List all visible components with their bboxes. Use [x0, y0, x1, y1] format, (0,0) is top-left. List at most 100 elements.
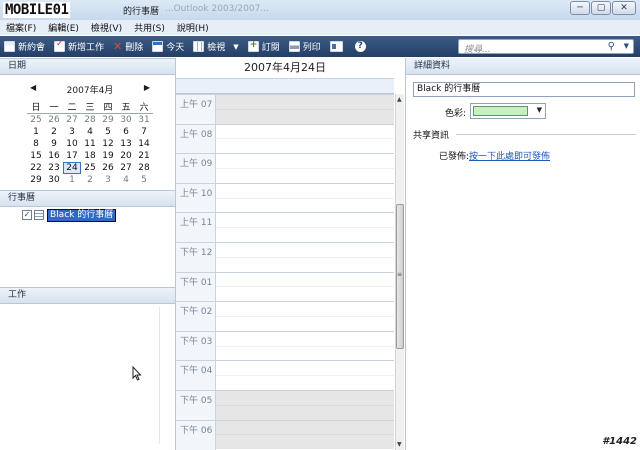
- calendar-day[interactable]: 15: [27, 150, 45, 162]
- vertical-scrollbar[interactable]: ▲ ≡ ▼: [395, 94, 404, 450]
- calendar-day[interactable]: 26: [99, 162, 117, 174]
- contact-card-button[interactable]: [326, 36, 351, 57]
- subscribe-button[interactable]: + 訂閱: [244, 36, 285, 57]
- calendar-checkbox[interactable]: ✓: [22, 210, 32, 220]
- delete-button[interactable]: ✕ 刪除: [109, 36, 148, 57]
- menu-edit[interactable]: 編輯(E): [42, 21, 85, 34]
- calendar-day[interactable]: 21: [135, 150, 153, 162]
- time-slot[interactable]: [216, 316, 394, 331]
- calendar-day[interactable]: 4: [81, 126, 99, 138]
- new-task-button[interactable]: ✓ 新增工作: [50, 36, 109, 57]
- details-header: 詳細資料: [406, 58, 640, 75]
- time-slot[interactable]: [216, 360, 394, 376]
- calendar-day[interactable]: 30: [45, 174, 63, 186]
- menu-file[interactable]: 檔案(F): [0, 21, 42, 34]
- time-slot[interactable]: [216, 168, 394, 183]
- calendar-day[interactable]: 30: [117, 114, 135, 127]
- calendar-day[interactable]: 5: [135, 174, 153, 186]
- time-slot[interactable]: [216, 197, 394, 213]
- calendar-day[interactable]: 17: [63, 150, 81, 162]
- menu-help[interactable]: 說明(H): [171, 21, 215, 34]
- search-placeholder: 搜尋...: [464, 45, 491, 55]
- calendar-day[interactable]: 1: [27, 126, 45, 138]
- help-button[interactable]: ?: [351, 36, 371, 57]
- calendar-day[interactable]: 8: [27, 138, 45, 150]
- time-slot[interactable]: [216, 108, 394, 124]
- time-slot[interactable]: [216, 256, 394, 272]
- calendar-item-name[interactable]: Black 的行事曆: [47, 208, 117, 222]
- all-day-event-area[interactable]: [176, 79, 394, 94]
- menu-share[interactable]: 共用(S): [128, 21, 171, 34]
- time-slot[interactable]: [216, 242, 394, 257]
- calendar-day[interactable]: 26: [45, 114, 63, 127]
- calendar-day[interactable]: 29: [99, 114, 117, 127]
- time-slot[interactable]: [216, 330, 394, 346]
- today-button[interactable]: 今天: [148, 36, 189, 57]
- calendar-day[interactable]: 13: [117, 138, 135, 150]
- calendar-day[interactable]: 19: [99, 150, 117, 162]
- calendar-day[interactable]: 27: [117, 162, 135, 174]
- publish-link[interactable]: 按一下此處即可發佈: [469, 149, 550, 162]
- minimize-button[interactable]: ─: [570, 1, 590, 15]
- calendar-day[interactable]: 20: [117, 150, 135, 162]
- time-slot[interactable]: [216, 434, 394, 450]
- calendar-day[interactable]: 25: [81, 162, 99, 174]
- calendar-day[interactable]: 10: [63, 138, 81, 150]
- menu-view[interactable]: 檢視(V): [85, 21, 128, 34]
- calendar-day[interactable]: 3: [63, 126, 81, 138]
- calendar-day[interactable]: 7: [135, 126, 153, 138]
- time-slot[interactable]: [216, 390, 394, 405]
- calendar-name-field[interactable]: Black 的行事曆: [413, 82, 635, 97]
- calendar-day[interactable]: 16: [45, 150, 63, 162]
- watermark: #1442: [602, 436, 637, 447]
- close-button[interactable]: ✕: [612, 1, 636, 15]
- calendar-day[interactable]: 2: [81, 174, 99, 186]
- calendar-day[interactable]: 6: [117, 126, 135, 138]
- calendar-day-selected[interactable]: 24: [63, 162, 81, 174]
- search-box[interactable]: 搜尋... ⚲ ▼: [458, 39, 634, 55]
- time-slot[interactable]: [216, 182, 394, 198]
- calendar-day[interactable]: 9: [45, 138, 63, 150]
- time-slot[interactable]: [216, 271, 394, 287]
- calendar-day[interactable]: 31: [135, 114, 153, 127]
- time-slot[interactable]: [216, 404, 394, 420]
- search-options-dropdown[interactable]: ▼: [624, 42, 629, 50]
- time-slot[interactable]: [216, 345, 394, 361]
- calendar-day[interactable]: 11: [81, 138, 99, 150]
- calendar-list-item[interactable]: ✓ Black 的行事曆: [22, 208, 117, 222]
- search-icon[interactable]: ⚲: [608, 41, 615, 52]
- time-slot[interactable]: [216, 123, 394, 139]
- calendar-day[interactable]: 2: [45, 126, 63, 138]
- calendar-day[interactable]: 28: [135, 162, 153, 174]
- calendar-day[interactable]: 5: [99, 126, 117, 138]
- time-slot[interactable]: [216, 286, 394, 302]
- calendar-day[interactable]: 28: [81, 114, 99, 127]
- scroll-up-button[interactable]: ▲: [397, 96, 402, 103]
- calendar-day[interactable]: 27: [63, 114, 81, 127]
- calendar-day[interactable]: 22: [27, 162, 45, 174]
- calendar-day[interactable]: 29: [27, 174, 45, 186]
- next-month-button[interactable]: ▶: [144, 83, 150, 92]
- time-slot[interactable]: [216, 301, 394, 316]
- new-meeting-button[interactable]: 新約會: [0, 36, 50, 57]
- calendar-day[interactable]: 18: [81, 150, 99, 162]
- time-slot[interactable]: [216, 419, 394, 435]
- calendar-day[interactable]: 4: [117, 174, 135, 186]
- calendar-day[interactable]: 12: [99, 138, 117, 150]
- color-dropdown[interactable]: ▼: [470, 103, 546, 119]
- calendar-day[interactable]: 14: [135, 138, 153, 150]
- maximize-button[interactable]: ▢: [591, 1, 611, 15]
- time-slot[interactable]: [216, 94, 394, 109]
- time-slot[interactable]: [216, 212, 394, 228]
- time-slot[interactable]: [216, 153, 394, 168]
- time-slot[interactable]: [216, 375, 394, 390]
- time-slot[interactable]: [216, 138, 394, 154]
- time-slot[interactable]: [216, 227, 394, 242]
- view-button[interactable]: 檢視 ▼: [189, 36, 243, 57]
- print-button[interactable]: 列印: [285, 36, 326, 57]
- calendar-day[interactable]: 25: [27, 114, 45, 127]
- calendar-day[interactable]: 23: [45, 162, 63, 174]
- calendar-day[interactable]: 3: [99, 174, 117, 186]
- scroll-down-button[interactable]: ▼: [397, 441, 402, 448]
- calendar-day[interactable]: 1: [63, 174, 81, 186]
